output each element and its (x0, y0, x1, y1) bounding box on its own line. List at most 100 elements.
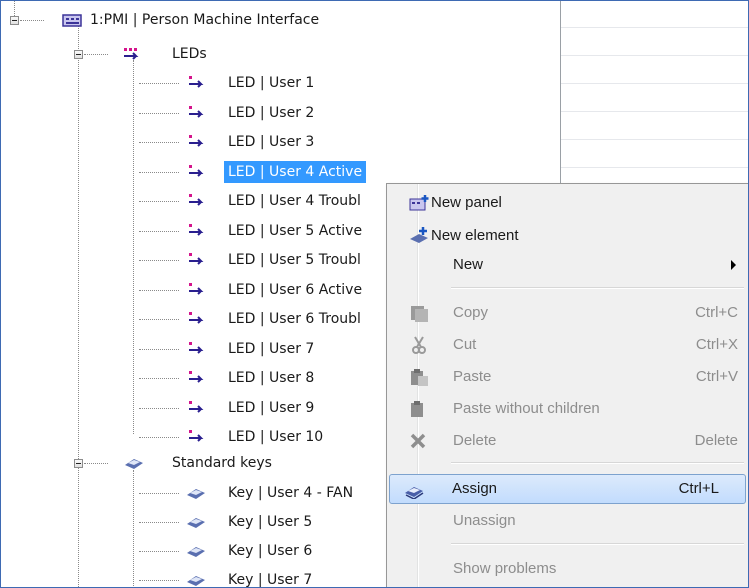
collapse-toggle[interactable] (74, 50, 83, 59)
tree-node-label: LED | User 2 (228, 105, 315, 121)
tree-node-label: Standard keys (172, 455, 272, 471)
paste-icon (409, 400, 431, 418)
menu-item-label: Copy (453, 304, 489, 321)
tree-connector (139, 260, 179, 261)
assign-icon (404, 481, 426, 500)
tree-connector (139, 378, 179, 379)
tree-connector (20, 20, 44, 21)
led-arrow-icon (186, 164, 206, 180)
menu-item-shortcut: Ctrl+V (695, 368, 738, 385)
tree-node-label: LED | User 5 Troubl (228, 252, 361, 268)
tree-node-label: Key | User 7 (228, 572, 313, 588)
led-arrow-icon (186, 282, 206, 298)
tree-connector (139, 437, 179, 438)
tree-connector (133, 60, 134, 434)
key-icon (186, 514, 206, 530)
menu-item-unassign[interactable]: Unassign (389, 506, 746, 536)
led-arrow-icon (186, 223, 206, 239)
panel-icon (62, 12, 82, 28)
tree-connector (78, 25, 79, 588)
tree-connector (139, 349, 179, 350)
context-menu: New panel New element New Copy Ctrl+C Cu… (386, 183, 749, 588)
menu-item-assign[interactable]: Assign Ctrl+L (389, 474, 746, 504)
tree-node-label: LED | User 8 (228, 370, 315, 386)
new-panel-icon (409, 194, 431, 212)
menu-separator (451, 287, 744, 289)
menu-item-delete[interactable]: Delete Delete (389, 426, 746, 456)
menu-item-label: Delete (453, 432, 497, 449)
tree-node-label: LED | User 3 (228, 134, 315, 150)
tree-connector (139, 231, 179, 232)
tree-node-label: LED | User 1 (228, 75, 315, 91)
tree-node-label: LED | User 5 Active (228, 223, 363, 239)
menu-item-label: Paste (453, 368, 492, 385)
tree-connector (84, 54, 108, 55)
menu-item-shortcut: Ctrl+C (695, 304, 738, 321)
menu-item-label: Unassign (453, 512, 516, 529)
grid-line (561, 139, 749, 140)
tree-connector (139, 319, 179, 320)
copy-icon (409, 304, 431, 322)
menu-item-cut[interactable]: Cut Ctrl+X (389, 330, 746, 360)
led-arrow-icon (186, 400, 206, 416)
tree-connector (139, 201, 179, 202)
led-arrow-icon (186, 105, 206, 121)
tree-node-label: LED | User 10 (228, 429, 324, 445)
tree-connector (84, 463, 108, 464)
menu-item-shortcut: Delete (694, 432, 738, 449)
menu-item-label: Show problems (453, 560, 557, 577)
led-arrow-icon (186, 429, 206, 445)
tree-connector (139, 522, 179, 523)
menu-item-new-element[interactable]: New element (389, 221, 746, 251)
grid-line (561, 27, 749, 28)
menu-item-label: New panel (431, 194, 502, 211)
tree-connector (139, 290, 179, 291)
tree-node-label: LED | User 7 (228, 341, 315, 357)
collapse-toggle[interactable] (74, 459, 83, 468)
menu-item-new-panel[interactable]: New panel (389, 188, 746, 218)
tree-node-label: LED | User 6 Active (228, 282, 363, 298)
delete-icon (409, 432, 431, 450)
tree-connector (139, 83, 179, 84)
collapse-toggle[interactable] (10, 16, 19, 25)
menu-item-show-problems[interactable]: Show problems (389, 554, 746, 584)
menu-item-shortcut: Ctrl+L (678, 480, 719, 497)
led-arrow-icon (186, 311, 206, 327)
key-icon (186, 572, 206, 588)
tree-node-label: LED | User 4 Troubl (228, 193, 361, 209)
grid-line (561, 83, 749, 84)
menu-separator (451, 543, 744, 545)
scissors-icon (409, 336, 431, 354)
menu-item-shortcut: Ctrl+X (695, 336, 738, 353)
tree-node-label: LED | User 9 (228, 400, 315, 416)
tree-node-label: 1:PMI | Person Machine Interface (90, 12, 320, 28)
tree-connector (139, 142, 179, 143)
tree-node-label: LED | User 6 Troubl (228, 311, 361, 327)
led-group-icon (122, 46, 142, 62)
led-arrow-icon (186, 370, 206, 386)
menu-item-label: Assign (452, 480, 498, 497)
key-icon (186, 543, 206, 559)
menu-item-new[interactable]: New (389, 250, 746, 280)
led-arrow-icon (186, 193, 206, 209)
menu-item-label: New (453, 256, 484, 273)
tree-node-label: Key | User 5 (228, 514, 313, 530)
tree-node-label: Key | User 4 - FAN (228, 485, 354, 501)
menu-separator (451, 462, 744, 464)
application-window: 1:PMI | Person Machine Interface LEDs LE… (0, 0, 749, 588)
menu-item-label: Paste without children (453, 400, 600, 417)
led-arrow-icon (186, 252, 206, 268)
led-arrow-icon (186, 134, 206, 150)
tree-connector (133, 470, 134, 588)
led-arrow-icon (186, 75, 206, 91)
tree-node-label: LED | User 4 Active (224, 161, 367, 183)
paste-icon (409, 368, 431, 386)
led-arrow-icon (186, 341, 206, 357)
grid-line (561, 55, 749, 56)
tree-connector (139, 408, 179, 409)
menu-item-paste[interactable]: Paste Ctrl+V (389, 362, 746, 392)
menu-item-label: New element (431, 227, 519, 244)
new-element-icon (409, 227, 431, 245)
menu-item-paste-without-children[interactable]: Paste without children (389, 394, 746, 424)
menu-item-copy[interactable]: Copy Ctrl+C (389, 298, 746, 328)
